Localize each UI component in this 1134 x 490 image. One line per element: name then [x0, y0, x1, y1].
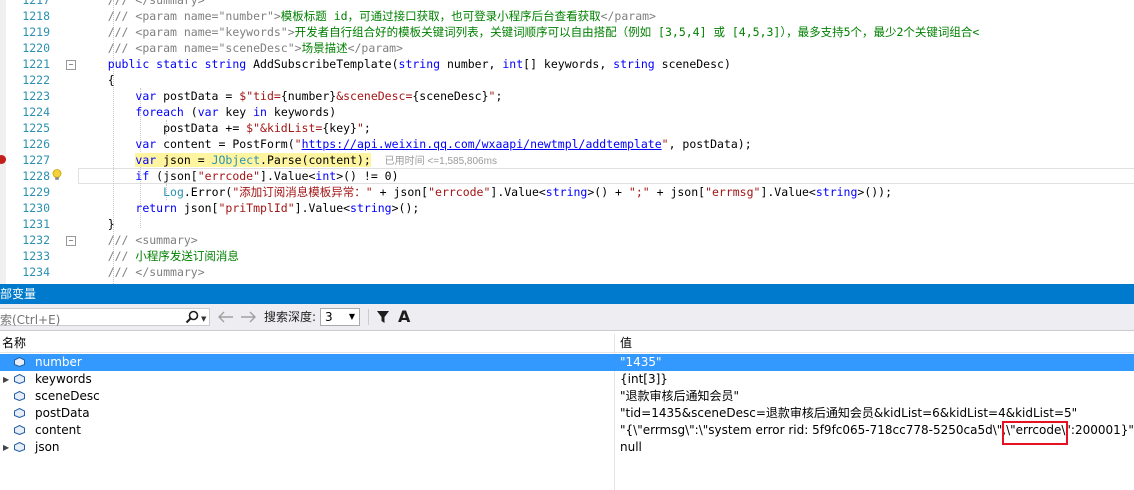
locals-row[interactable]: postData "tid=1435&sceneDesc=退款审核后通知会员&k… — [0, 405, 1134, 422]
line-number: 1218 — [22, 9, 50, 23]
search-depth-select[interactable]: 3 ▼ — [320, 308, 360, 326]
chevron-down-icon: ▼ — [348, 312, 355, 321]
search-input[interactable] — [0, 312, 158, 328]
variable-value[interactable]: {int[3]} — [620, 371, 668, 388]
code-line[interactable]: /// </summary> — [80, 264, 1134, 280]
line-number: 1220 — [22, 41, 50, 55]
line-number: 1229 — [22, 185, 50, 199]
code-line[interactable]: } — [80, 216, 1134, 232]
forward-arrow-icon[interactable] — [240, 311, 256, 323]
panel-title-text: 局部变量 — [0, 287, 37, 301]
locals-row[interactable]: ▶ json null — [0, 439, 1134, 456]
line-number: 1228 — [22, 169, 50, 183]
locals-row[interactable]: content "{\"errmsg\":\"system error rid:… — [0, 422, 1134, 439]
code-line[interactable]: /// 小程序发送订阅消息 — [80, 248, 1134, 264]
line-number: 1234 — [22, 265, 50, 279]
code-line[interactable]: return json["priTmplId"].Value<string>()… — [80, 200, 1134, 216]
code-line[interactable]: foreach (var key in keywords) — [80, 104, 1134, 120]
variable-icon — [14, 425, 25, 435]
locals-toolbar: ▼ 搜索深度: 3 ▼ A — [0, 304, 1134, 331]
fold-toggle-icon[interactable]: − — [66, 60, 76, 70]
variable-value[interactable]: "退款审核后通知会员" — [620, 388, 739, 405]
column-header-name[interactable]: 名称 — [2, 334, 26, 352]
variable-icon — [14, 408, 25, 418]
variable-icon — [14, 391, 25, 401]
variable-name: keywords — [35, 372, 92, 386]
code-line[interactable]: /// <summary> — [80, 232, 1134, 248]
variable-icon — [14, 374, 25, 384]
breakpoint-margin[interactable] — [0, 0, 6, 284]
code-line[interactable]: /// <param name="keywords">开发者自行组合好的模板关键… — [80, 24, 1134, 40]
line-number: 1230 — [22, 201, 50, 215]
locals-grid-header: 名称 值 — [0, 334, 1134, 353]
lightbulb-icon[interactable] — [52, 169, 62, 181]
variable-name: number — [35, 355, 82, 369]
code-line[interactable]: if (json["errcode"].Value<int>() != 0) — [80, 168, 1134, 184]
code-line[interactable]: public static string AddSubscribeTemplat… — [80, 56, 1134, 72]
line-number: 1227 — [22, 153, 50, 167]
line-number: 1225 — [22, 121, 50, 135]
code-line[interactable]: postData += $"&kidList={key}"; — [80, 120, 1134, 136]
variable-icon — [14, 442, 25, 452]
search-icon[interactable] — [185, 310, 199, 324]
code-line[interactable]: var content = PostForm("https://api.weix… — [80, 136, 1134, 152]
code-line[interactable]: /// </summary> — [80, 0, 1134, 8]
filter-icon[interactable] — [376, 310, 390, 324]
code-editor[interactable]: − − 1217 /// </summary> 1218 /// <param n… — [0, 0, 1134, 284]
locals-row[interactable]: number "1435" — [0, 354, 1134, 371]
variable-name: json — [35, 440, 60, 454]
code-line[interactable]: /// <param name="number">模板标题 id，可通过接口获取… — [80, 8, 1134, 24]
line-number: 1231 — [22, 217, 50, 231]
locals-row[interactable]: ▶ keywords {int[3]} — [0, 371, 1134, 388]
line-number: 1226 — [22, 137, 50, 151]
code-line[interactable]: Log.Error("添加订阅消息模板异常：" + json["errcode"… — [80, 184, 1134, 200]
search-depth-value: 3 — [325, 310, 333, 324]
column-header-value[interactable]: 值 — [620, 334, 632, 352]
locals-row[interactable]: sceneDesc "退款审核后通知会员" — [0, 388, 1134, 405]
variable-icon — [14, 357, 25, 367]
locals-panel: 局部变量 ▼ 搜索深度: 3 ▼ A 名称 值 — [0, 284, 1134, 490]
line-number: 1223 — [22, 89, 50, 103]
line-number: 1219 — [22, 25, 50, 39]
code-line[interactable]: { — [80, 72, 1134, 88]
line-number: 1224 — [22, 105, 50, 119]
search-box[interactable]: ▼ — [0, 308, 210, 328]
variable-value[interactable]: "1435" — [620, 354, 662, 371]
variable-value[interactable]: null — [620, 439, 642, 456]
code-line[interactable]: var json = JObject.Parse(content); 已用时间 … — [80, 152, 1134, 168]
line-number: 1232 — [22, 233, 50, 247]
code-line[interactable]: var postData = $"tid={number}&sceneDesc=… — [80, 88, 1134, 104]
line-number: 1217 — [22, 0, 50, 7]
variable-value[interactable]: "tid=1435&sceneDesc=退款审核后通知会员&kidList=6&… — [620, 405, 1077, 422]
highlight-annotation-box — [1002, 421, 1068, 445]
line-number: 1222 — [22, 73, 50, 87]
expand-icon[interactable]: ▶ — [3, 371, 9, 388]
search-dropdown-icon[interactable]: ▼ — [201, 315, 206, 323]
expand-icon[interactable]: ▶ — [3, 439, 9, 456]
toolbar-separator — [368, 309, 369, 325]
search-depth-label: 搜索深度: — [264, 310, 317, 324]
variable-name: sceneDesc — [35, 389, 100, 403]
code-line[interactable]: /// <param name="sceneDesc">场景描述</param> — [80, 40, 1134, 56]
font-size-icon[interactable]: A — [398, 307, 410, 326]
fold-toggle-icon[interactable]: − — [66, 236, 76, 246]
back-arrow-icon[interactable] — [218, 311, 234, 323]
line-number: 1221 — [22, 57, 50, 71]
variable-name: postData — [35, 406, 90, 420]
variable-name: content — [35, 423, 81, 437]
line-number: 1233 — [22, 249, 50, 263]
locals-panel-title[interactable]: 局部变量 — [0, 284, 1134, 304]
